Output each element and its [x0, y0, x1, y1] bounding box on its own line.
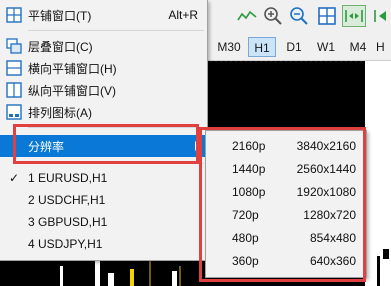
- annotation-box-menu: [13, 124, 199, 164]
- menu-label: 横向平铺窗口(H): [28, 61, 117, 76]
- menu-item-window-4[interactable]: 4 USDJPY,H1: [0, 233, 206, 255]
- cascade-icon: [0, 38, 28, 54]
- menu-label: 层叠窗口(C): [28, 39, 93, 54]
- menu-item-tile[interactable]: 平铺窗口(T) Alt+R: [0, 4, 206, 26]
- annotation-box-submenu: [199, 127, 366, 282]
- menu-label: 排列图标(A): [28, 105, 92, 120]
- menu-item-window-2[interactable]: 2 USDCHF,H1: [0, 189, 206, 211]
- tile-icon: [0, 7, 28, 23]
- menu-label: 纵向平铺窗口(V): [28, 83, 116, 98]
- tf-h[interactable]: H: [376, 37, 391, 57]
- menu-item-tile-horizontal[interactable]: 横向平铺窗口(H): [0, 57, 206, 79]
- zoom-out-icon[interactable]: [288, 5, 310, 27]
- tf-h1[interactable]: H1: [248, 37, 276, 57]
- check-icon: ✓: [8, 171, 20, 185]
- menu-separator: [28, 30, 204, 31]
- menu-item-arrange-icons[interactable]: 排列图标(A): [0, 101, 206, 123]
- menu-item-window-3[interactable]: 3 GBPUSD,H1: [0, 211, 206, 233]
- zoom-in-icon[interactable]: [262, 5, 284, 27]
- menu-label: 平铺窗口(T): [28, 8, 92, 23]
- arrange-icons-icon: [0, 104, 28, 120]
- price-scale: [365, 61, 391, 286]
- tf-m4[interactable]: M4: [344, 37, 372, 57]
- menu-label: 1 EURUSD,H1: [28, 171, 108, 185]
- menu-item-window-1[interactable]: ✓ 1 EURUSD,H1: [0, 167, 206, 189]
- menu-label: 2 USDCHF,H1: [28, 193, 106, 207]
- shift-chart-icon[interactable]: [370, 5, 391, 27]
- tile-vertical-icon: [0, 82, 28, 98]
- tf-m30[interactable]: M30: [214, 37, 244, 57]
- tf-w1[interactable]: W1: [312, 37, 340, 57]
- menu-item-tile-vertical[interactable]: 纵向平铺窗口(V): [0, 79, 206, 101]
- menu-label: 4 USDJPY,H1: [28, 237, 103, 251]
- tf-d1[interactable]: D1: [280, 37, 308, 57]
- tile-horizontal-icon: [0, 60, 28, 76]
- menu-item-cascade[interactable]: 层叠窗口(C): [0, 35, 206, 57]
- menu-shortcut: Alt+R: [168, 8, 198, 22]
- autoscroll-icon[interactable]: [342, 5, 366, 27]
- line-chart-icon[interactable]: [236, 5, 258, 27]
- grid-icon[interactable]: [316, 5, 338, 27]
- menu-label: 3 GBPUSD,H1: [28, 215, 108, 229]
